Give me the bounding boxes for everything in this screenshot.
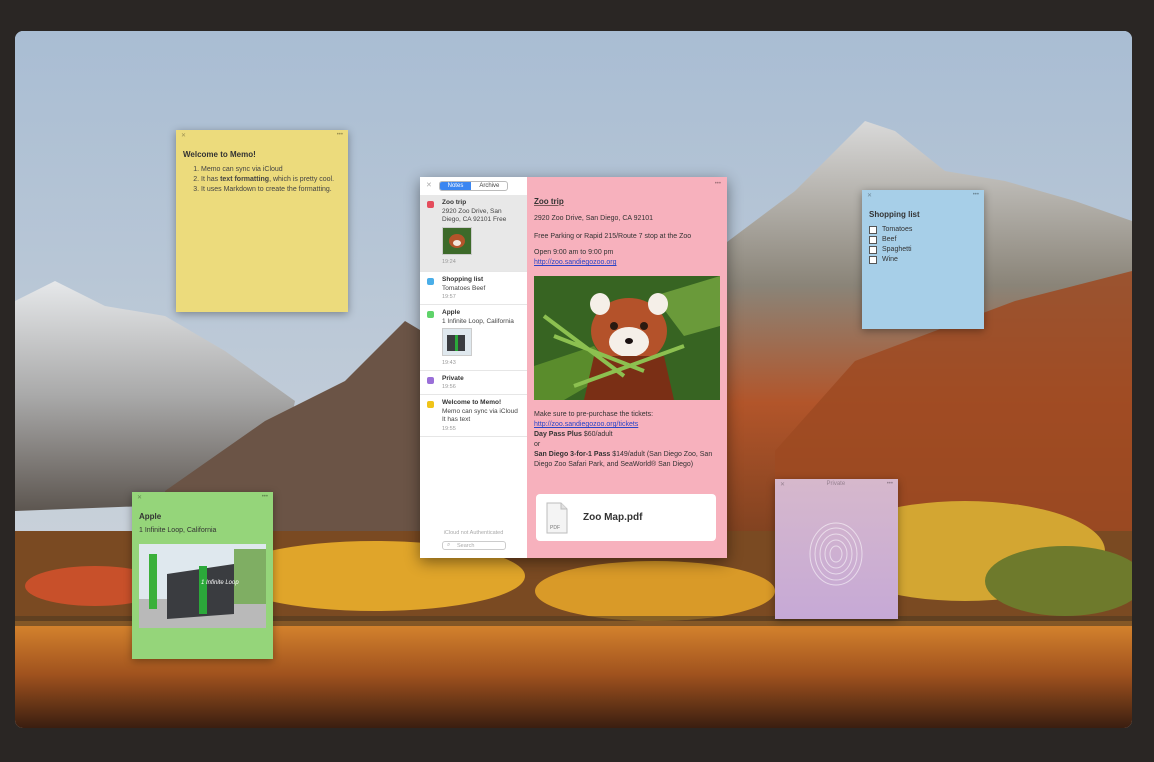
list-item: It uses Markdown to create the formattin… <box>201 185 341 195</box>
note-address: 1 Infinite Loop, California <box>139 527 217 534</box>
note-list-time: 19:24 <box>442 259 456 265</box>
private-note[interactable]: ✕ Private ••• <box>775 479 898 619</box>
note-list-time: 19:43 <box>442 360 456 366</box>
checklist-label: Wine <box>882 256 898 263</box>
close-icon[interactable]: ✕ <box>181 132 186 139</box>
note-list-item-private[interactable]: Private 19:56 <box>420 371 527 395</box>
sign-text: 1 Infinite Loop <box>201 580 239 586</box>
note-list-item-shopping[interactable]: Shopping list Tomatoes Beef 19:57 <box>420 272 527 305</box>
checklist-item: Wine <box>869 255 977 265</box>
note-color-dot <box>427 201 434 208</box>
note-list-item-welcome[interactable]: Welcome to Memo! Memo can sync via iClou… <box>420 395 527 437</box>
more-icon[interactable]: ••• <box>262 494 268 500</box>
notes-archive-toggle[interactable]: Notes Archive <box>438 181 509 191</box>
or-text: or <box>534 441 541 448</box>
sync-status: iCloud not Authenticated <box>443 530 504 536</box>
tickets-link[interactable]: http://zoo.sandiegozoo.org/tickets <box>534 421 638 428</box>
note-title: Private <box>826 481 846 487</box>
list-item-text-prefix: It has <box>201 176 221 183</box>
apple-campus-thumbnail <box>442 328 472 356</box>
checkbox[interactable] <box>869 236 877 244</box>
note-list-item-zoo-trip[interactable]: Zoo trip 2920 Zoo Drive, San Diego, CA 9… <box>420 195 527 272</box>
more-icon[interactable]: ••• <box>337 132 343 138</box>
pass1-price: $60/adult <box>581 431 613 438</box>
apple-note[interactable]: ✕ ••• Apple 1 Infinite Loop, California … <box>132 492 273 659</box>
more-icon[interactable]: ••• <box>887 481 893 487</box>
attachment-name: Zoo Map.pdf <box>583 512 643 523</box>
checklist-label: Spaghetti <box>882 246 912 253</box>
note-list-title: Zoo trip <box>442 199 467 206</box>
note-color-dot <box>427 401 434 408</box>
pass2-name: San Diego 3-for-1 Pass <box>534 451 611 458</box>
note-list-item-apple[interactable]: Apple 1 Infinite Loop, California 19:43 <box>420 305 527 371</box>
close-icon[interactable]: ✕ <box>137 494 142 501</box>
ticket-info: Make sure to pre-purchase the tickets: h… <box>534 410 720 470</box>
more-icon[interactable]: ••• <box>715 181 721 187</box>
list-item: It has text formatting, which is pretty … <box>201 175 341 185</box>
bold-text: text formatting <box>220 176 270 183</box>
checklist-label: Tomatoes <box>882 226 913 233</box>
note-parking: Free Parking or Rapid 215/Route 7 stop a… <box>534 233 692 240</box>
checkbox[interactable] <box>869 256 877 264</box>
note-list-preview: 1 Infinite Loop, California <box>442 318 514 325</box>
close-icon[interactable]: ✕ <box>426 181 432 189</box>
note-title: Zoo trip <box>534 197 564 206</box>
shopping-note[interactable]: ✕ ••• Shopping list Tomatoes Beef Spaghe… <box>862 190 984 329</box>
tab-notes[interactable]: Notes <box>439 182 472 190</box>
memo-window[interactable]: ✕ Notes Archive Zoo trip 2920 Zoo Drive,… <box>420 177 727 558</box>
pass1-name: Day Pass Plus <box>534 431 582 438</box>
note-list-title: Shopping list <box>442 276 484 283</box>
note-address: 2920 Zoo Drive, San Diego, CA 92101 <box>534 215 654 222</box>
welcome-note[interactable]: ✕ ••• Welcome to Memo! Memo can sync via… <box>176 130 348 312</box>
note-list-preview: Memo can sync via iCloud It has text <box>442 408 518 423</box>
close-icon[interactable]: ✕ <box>867 192 872 199</box>
note-editor[interactable]: ••• Zoo trip 2920 Zoo Drive, San Diego, … <box>527 177 727 558</box>
tab-archive[interactable]: Archive <box>471 182 507 190</box>
fingerprint-icon[interactable] <box>775 489 898 609</box>
note-list-title: Apple <box>442 309 461 316</box>
tickets-intro: Make sure to pre-purchase the tickets: <box>534 411 654 418</box>
notes-sidebar: ✕ Notes Archive Zoo trip 2920 Zoo Drive,… <box>420 177 527 558</box>
pdf-file-icon: PDF <box>546 502 568 533</box>
checkbox[interactable] <box>869 226 877 234</box>
note-list-preview: 2920 Zoo Drive, San Diego, CA 92101 Free <box>442 208 507 223</box>
note-color-dot <box>427 311 434 318</box>
more-icon[interactable]: ••• <box>973 192 979 198</box>
apple-campus-photo: 1 Infinite Loop <box>139 544 266 628</box>
note-color-dot <box>427 278 434 285</box>
checklist-item: Tomatoes <box>869 225 977 235</box>
note-list-preview: Tomatoes Beef <box>442 285 486 292</box>
red-panda-photo <box>534 276 720 400</box>
search-field[interactable]: ⌕ Search <box>442 541 506 550</box>
note-list-time: 19:56 <box>442 384 456 390</box>
checklist-item: Spaghetti <box>869 245 977 255</box>
note-title: Welcome to Memo! <box>183 150 256 159</box>
list-item: Memo can sync via iCloud <box>201 165 341 175</box>
note-title: Shopping list <box>869 210 920 219</box>
search-icon: ⌕ <box>447 542 451 548</box>
checklist-label: Beef <box>882 236 897 243</box>
note-list-title: Welcome to Memo! <box>442 399 502 406</box>
close-icon[interactable]: ✕ <box>780 481 785 488</box>
zoo-link[interactable]: http://zoo.sandiegozoo.org <box>534 259 617 266</box>
note-title: Apple <box>139 512 162 521</box>
note-color-dot <box>427 377 434 384</box>
red-panda-thumbnail <box>442 227 472 255</box>
note-list-title: Private <box>442 375 464 382</box>
pdf-type-label: PDF <box>550 525 560 531</box>
checkbox[interactable] <box>869 246 877 254</box>
note-list-time: 19:55 <box>442 426 456 432</box>
pdf-attachment[interactable]: PDF Zoo Map.pdf <box>536 494 716 541</box>
checklist: Tomatoes Beef Spaghetti Wine <box>869 225 977 265</box>
note-list-time: 19:57 <box>442 294 456 300</box>
note-hours: Open 9:00 am to 9:00 pm http://zoo.sandie… <box>534 248 720 268</box>
note-list: Memo can sync via iCloud It has text for… <box>183 165 341 195</box>
hours-text: Open 9:00 am to 9:00 pm <box>534 249 614 256</box>
search-placeholder: Search <box>457 542 475 549</box>
checklist-item: Beef <box>869 235 977 245</box>
list-item-text-suffix: , which is pretty cool. <box>269 176 335 183</box>
